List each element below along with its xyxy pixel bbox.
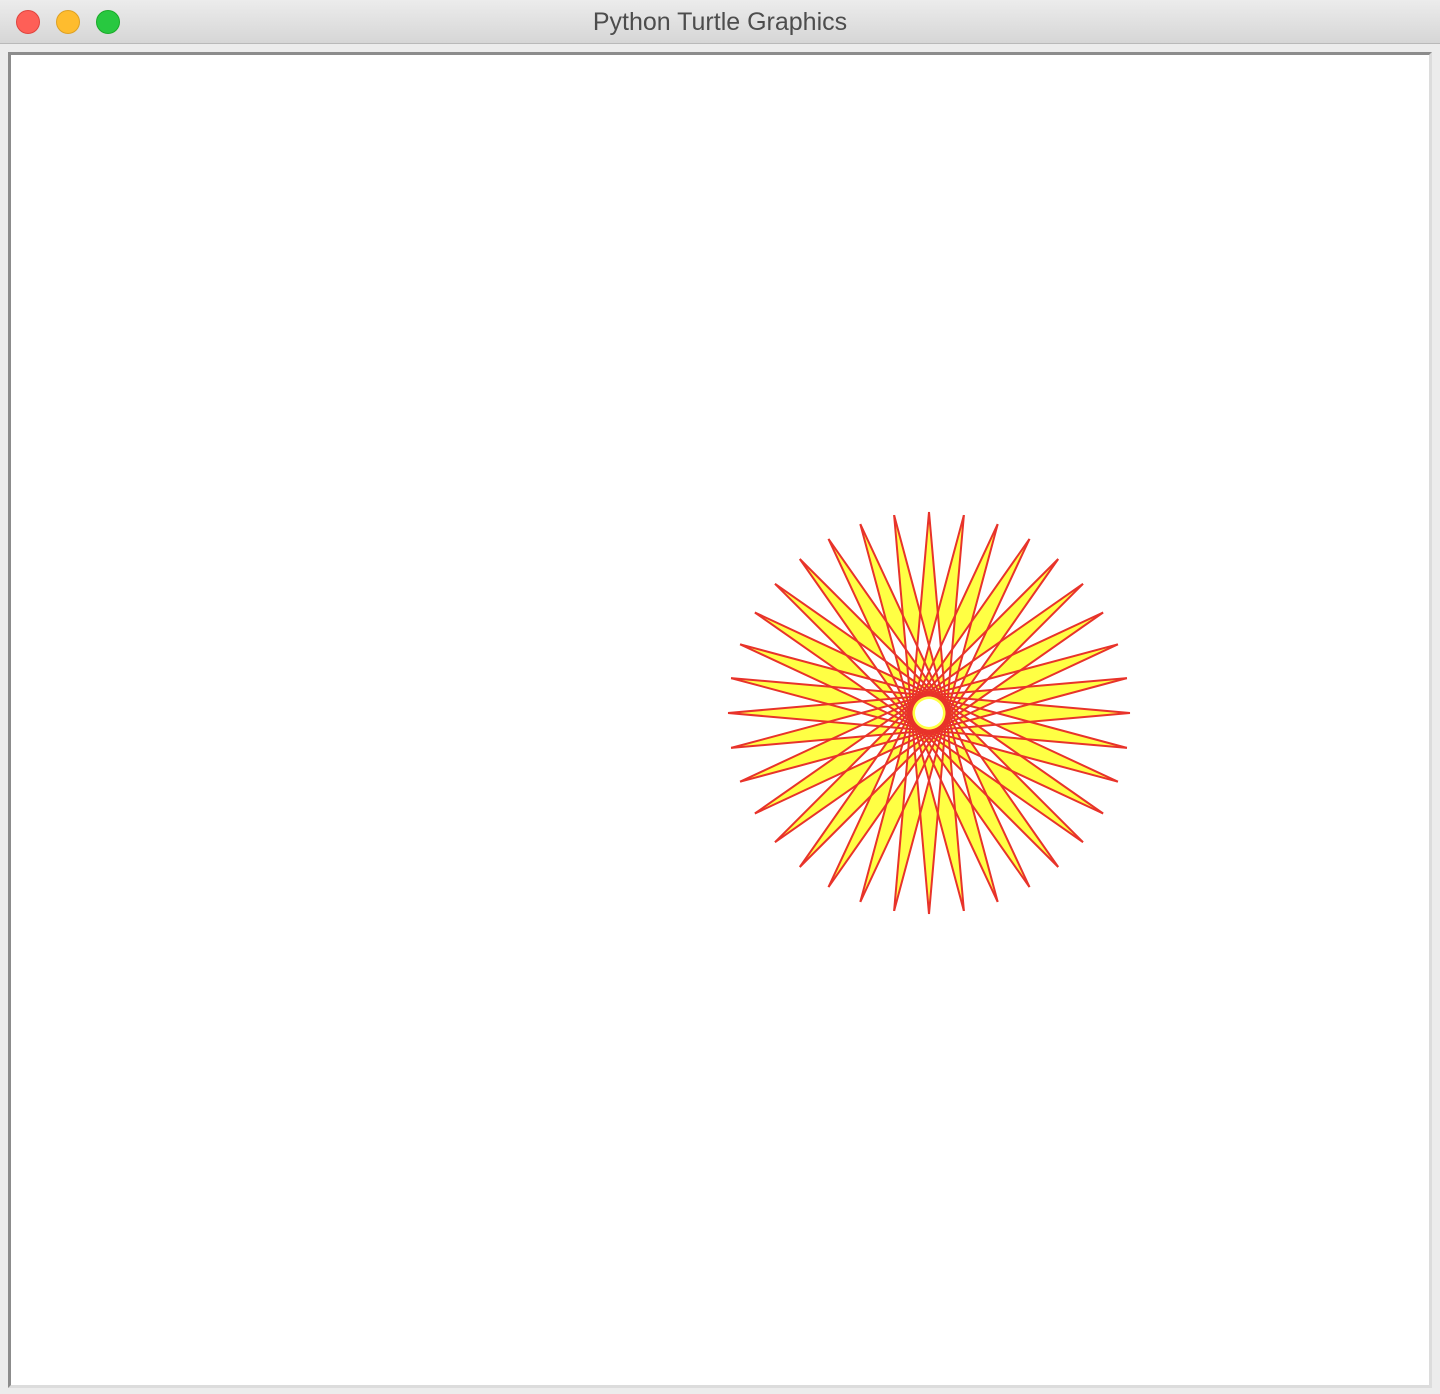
title-bar[interactable]: Python Turtle Graphics (0, 0, 1440, 44)
star-center-hole (915, 699, 943, 727)
turtle-canvas-frame (8, 52, 1432, 1388)
turtle-window: Python Turtle Graphics (0, 0, 1440, 1394)
close-icon[interactable] (16, 10, 40, 34)
canvas-background (11, 55, 1429, 1385)
minimize-icon[interactable] (56, 10, 80, 34)
window-title: Python Turtle Graphics (592, 8, 848, 36)
turtle-canvas[interactable] (11, 55, 1429, 1385)
zoom-icon[interactable] (96, 10, 120, 34)
